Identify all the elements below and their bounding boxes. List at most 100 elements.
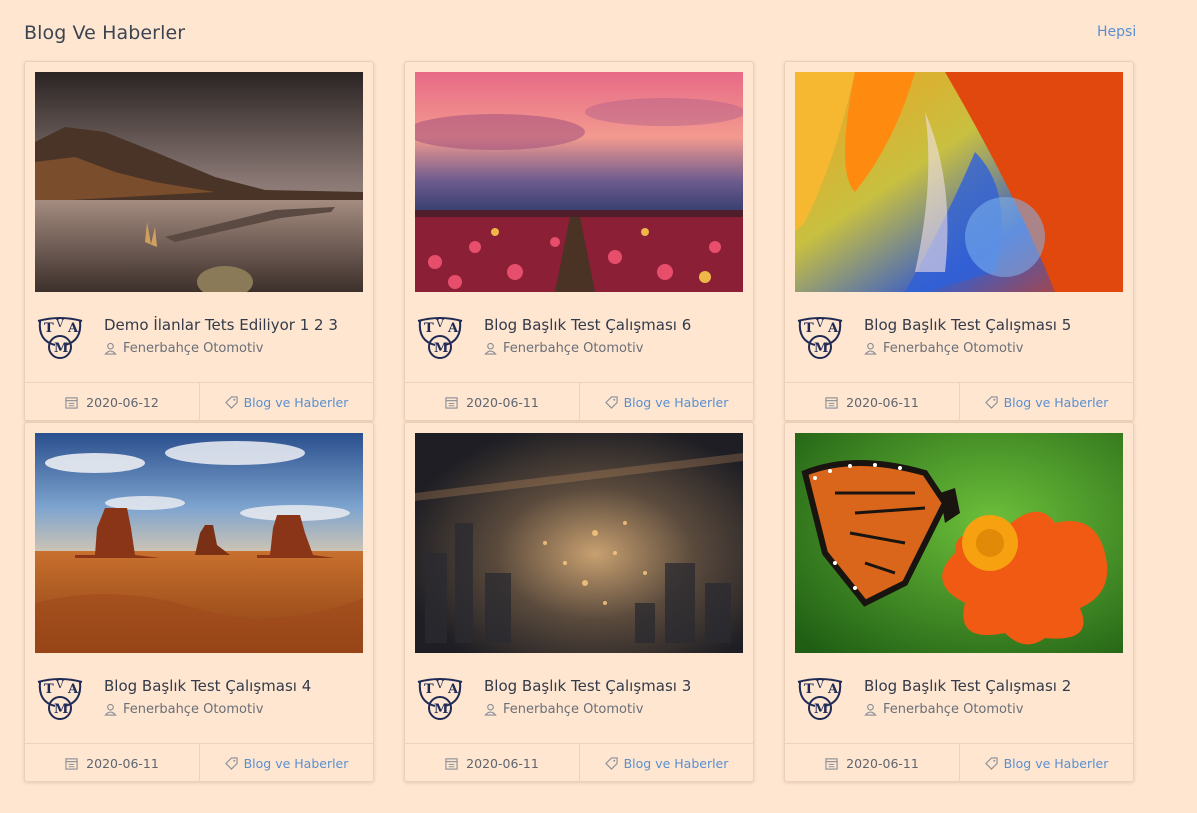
card-author: Fenerbahçe Otomotiv <box>104 341 263 356</box>
logo-letter: T <box>804 682 814 697</box>
card-date: 2020-06-11 <box>785 744 960 782</box>
company-logo: T V A M <box>37 317 83 359</box>
card-date: 2020-06-12 <box>25 383 200 421</box>
author-name: Fenerbahçe Otomotiv <box>123 341 264 356</box>
tag-icon <box>604 395 618 409</box>
calendar-icon <box>445 396 458 409</box>
logo-letter: V <box>55 678 65 691</box>
card-author: Fenerbahçe Otomotiv <box>864 702 1023 717</box>
card-author: Fenerbahçe Otomotiv <box>864 341 1023 356</box>
logo-letter: M <box>54 702 68 717</box>
logo-letter: M <box>434 341 448 356</box>
logo-letter: V <box>55 317 65 330</box>
logo-letter: V <box>435 678 445 691</box>
calendar-icon <box>445 757 458 770</box>
tag-icon <box>224 756 238 770</box>
category-link[interactable]: Blog ve Haberler <box>624 756 729 771</box>
company-logo: T V A M <box>37 678 83 720</box>
company-logo: T V A M <box>417 678 463 720</box>
logo-letter: M <box>814 341 828 356</box>
logo-letter: A <box>447 321 459 336</box>
category-link[interactable]: Blog ve Haberler <box>244 756 349 771</box>
card-category[interactable]: Blog ve Haberler <box>200 744 373 782</box>
card-image[interactable] <box>415 72 743 292</box>
card-title[interactable]: Blog Başlık Test Çalışması 2 <box>864 677 1126 695</box>
company-logo: T V A M <box>797 678 843 720</box>
author-name: Fenerbahçe Otomotiv <box>123 702 264 717</box>
card-title[interactable]: Demo İlanlar Tets Ediliyor 1 2 3 <box>104 316 366 334</box>
logo-letter: M <box>54 341 68 356</box>
card-footer: 2020-06-11 Blog ve Haberler <box>785 743 1133 782</box>
logo-letter: A <box>67 321 79 336</box>
blog-card[interactable]: T V A M Blog Başlık Test Çalışması 3 Fen… <box>404 422 754 782</box>
company-logo: T V A M <box>797 317 843 359</box>
logo-letter: T <box>424 321 434 336</box>
logo-letter: V <box>815 317 825 330</box>
tag-icon <box>984 756 998 770</box>
user-icon <box>104 703 117 716</box>
logo-letter: T <box>804 321 814 336</box>
card-footer: 2020-06-11 Blog ve Haberler <box>405 382 753 421</box>
author-name: Fenerbahçe Otomotiv <box>503 702 644 717</box>
card-image[interactable] <box>35 433 363 653</box>
blog-card[interactable]: T V A M Blog Başlık Test Çalışması 4 Fen… <box>24 422 374 782</box>
logo-letter: T <box>44 682 54 697</box>
logo-letter: M <box>434 702 448 717</box>
logo-letter: V <box>815 678 825 691</box>
card-date: 2020-06-11 <box>25 744 200 782</box>
card-date: 2020-06-11 <box>785 383 960 421</box>
user-icon <box>864 342 877 355</box>
blog-card[interactable]: T V A M Blog Başlık Test Çalışması 5 Fen… <box>784 61 1134 421</box>
category-link[interactable]: Blog ve Haberler <box>1004 756 1109 771</box>
see-all-link[interactable]: Hepsi <box>1097 24 1136 40</box>
category-link[interactable]: Blog ve Haberler <box>624 395 729 410</box>
blog-grid: T V A M Demo İlanlar Tets Ediliyor 1 2 3… <box>24 61 1134 782</box>
card-category[interactable]: Blog ve Haberler <box>580 383 753 421</box>
blog-card[interactable]: T V A M Blog Başlık Test Çalışması 2 Fen… <box>784 422 1134 782</box>
card-category[interactable]: Blog ve Haberler <box>200 383 373 421</box>
calendar-icon <box>65 757 78 770</box>
card-category[interactable]: Blog ve Haberler <box>960 383 1133 421</box>
author-name: Fenerbahçe Otomotiv <box>883 341 1024 356</box>
logo-letter: T <box>44 321 54 336</box>
card-title[interactable]: Blog Başlık Test Çalışması 6 <box>484 316 746 334</box>
company-logo: T V A M <box>417 317 463 359</box>
logo-letter: A <box>827 321 839 336</box>
card-category[interactable]: Blog ve Haberler <box>960 744 1133 782</box>
user-icon <box>104 342 117 355</box>
card-title[interactable]: Blog Başlık Test Çalışması 5 <box>864 316 1126 334</box>
logo-letter: M <box>814 702 828 717</box>
card-image[interactable] <box>795 433 1123 653</box>
card-footer: 2020-06-11 Blog ve Haberler <box>785 382 1133 421</box>
card-image[interactable] <box>795 72 1123 292</box>
blog-card[interactable]: T V A M Blog Başlık Test Çalışması 6 Fen… <box>404 61 754 421</box>
blog-card[interactable]: T V A M Demo İlanlar Tets Ediliyor 1 2 3… <box>24 61 374 421</box>
tag-icon <box>604 756 618 770</box>
logo-letter: A <box>827 682 839 697</box>
card-title[interactable]: Blog Başlık Test Çalışması 3 <box>484 677 746 695</box>
calendar-icon <box>65 396 78 409</box>
date-text: 2020-06-11 <box>466 755 539 771</box>
author-name: Fenerbahçe Otomotiv <box>883 702 1024 717</box>
section-title: Blog Ve Haberler <box>24 22 186 44</box>
logo-letter: A <box>67 682 79 697</box>
card-footer: 2020-06-11 Blog ve Haberler <box>25 743 373 782</box>
card-footer: 2020-06-12 Blog ve Haberler <box>25 382 373 421</box>
logo-letter: T <box>424 682 434 697</box>
date-text: 2020-06-11 <box>466 394 539 410</box>
user-icon <box>484 703 497 716</box>
date-text: 2020-06-12 <box>86 394 159 410</box>
calendar-icon <box>825 396 838 409</box>
category-link[interactable]: Blog ve Haberler <box>244 395 349 410</box>
card-author: Fenerbahçe Otomotiv <box>484 341 643 356</box>
card-category[interactable]: Blog ve Haberler <box>580 744 753 782</box>
card-image[interactable] <box>415 433 743 653</box>
category-link[interactable]: Blog ve Haberler <box>1004 395 1109 410</box>
card-author: Fenerbahçe Otomotiv <box>104 702 263 717</box>
tag-icon <box>224 395 238 409</box>
card-title[interactable]: Blog Başlık Test Çalışması 4 <box>104 677 366 695</box>
user-icon <box>484 342 497 355</box>
logo-letter: V <box>435 317 445 330</box>
date-text: 2020-06-11 <box>86 755 159 771</box>
card-image[interactable] <box>35 72 363 292</box>
